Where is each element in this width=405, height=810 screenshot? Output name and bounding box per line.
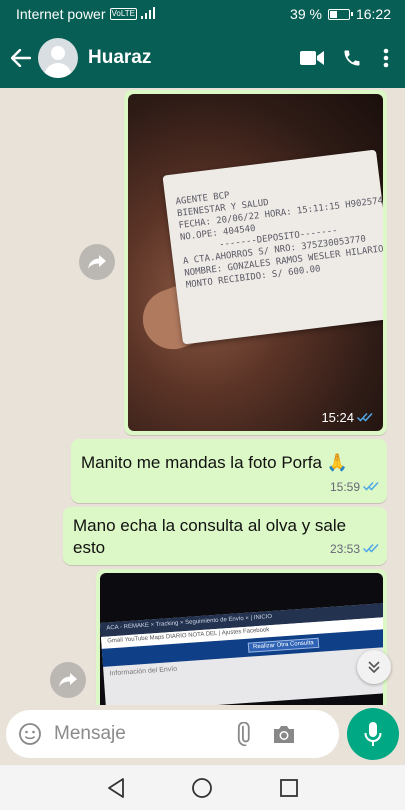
- battery-percent: 39 %: [290, 6, 322, 22]
- status-time: 16:22: [355, 6, 391, 22]
- chat-area[interactable]: AGENTE BCP BIENESTAR Y SALUD FECHA: 20/0…: [0, 88, 405, 705]
- message-meta: 15:24: [321, 410, 373, 425]
- chat-header: Huaraz: [0, 28, 405, 88]
- image-message[interactable]: ACA - REMAKE × Tracking × Seguimiento de…: [96, 569, 387, 705]
- scroll-down-button[interactable]: [357, 650, 391, 684]
- receipt-photo[interactable]: AGENTE BCP BIENESTAR Y SALUD FECHA: 20/0…: [128, 94, 383, 431]
- read-ticks-icon: [362, 476, 379, 498]
- message-time: 15:24: [321, 410, 354, 425]
- mic-button[interactable]: [347, 708, 399, 760]
- more-vert-icon[interactable]: [379, 48, 393, 68]
- attach-icon[interactable]: [232, 722, 256, 746]
- nav-back-icon[interactable]: [106, 777, 126, 804]
- message-time: 15:59: [329, 480, 360, 494]
- volte-badge: VoLTE: [109, 8, 137, 20]
- phone-icon[interactable]: [339, 48, 365, 68]
- camera-icon[interactable]: [272, 723, 296, 745]
- receipt-paper: AGENTE BCP BIENESTAR Y SALUD FECHA: 20/0…: [162, 149, 383, 345]
- message-meta: 15:59: [330, 476, 379, 498]
- message-composer: [6, 710, 339, 758]
- carrier-label: Internet power: [16, 6, 106, 22]
- text-message[interactable]: Mano echa la consulta al olva y sale est…: [63, 507, 387, 565]
- image-message[interactable]: AGENTE BCP BIENESTAR Y SALUD FECHA: 20/0…: [124, 90, 387, 435]
- screen-button-text: Realizar Otra Consulta: [247, 637, 319, 653]
- screen-capture: ACA - REMAKE × Tracking × Seguimiento de…: [100, 602, 383, 705]
- forward-icon[interactable]: [50, 662, 86, 698]
- forward-icon[interactable]: [79, 244, 115, 280]
- back-arrow-icon[interactable]: [6, 49, 36, 67]
- nav-home-icon[interactable]: [191, 777, 213, 804]
- text-message[interactable]: Manito me mandas la foto Porfa 🙏 15:59: [71, 439, 387, 503]
- message-text: Manito me mandas la foto Porfa 🙏: [81, 453, 348, 472]
- message-time: 23:53: [329, 542, 360, 556]
- read-ticks-icon: [362, 538, 379, 560]
- read-ticks-icon: [356, 410, 373, 425]
- message-meta: 23:53: [330, 538, 379, 560]
- screen-info-text: Información del Envío: [109, 665, 178, 678]
- avatar[interactable]: [38, 38, 78, 78]
- video-call-icon[interactable]: [299, 50, 325, 66]
- status-bar: Internet power VoLTE 39 % 16:22: [0, 0, 405, 28]
- screen-photo[interactable]: ACA - REMAKE × Tracking × Seguimiento de…: [100, 573, 383, 705]
- mic-icon: [364, 722, 382, 746]
- contact-name[interactable]: Huaraz: [88, 47, 299, 69]
- double-chevron-down-icon: [368, 661, 380, 674]
- nav-recents-icon[interactable]: [279, 778, 299, 803]
- message-input[interactable]: [54, 723, 224, 745]
- emoji-icon[interactable]: [18, 722, 42, 746]
- battery-icon: [327, 8, 353, 20]
- signal-icon: [140, 6, 157, 22]
- system-nav-bar: [0, 765, 405, 810]
